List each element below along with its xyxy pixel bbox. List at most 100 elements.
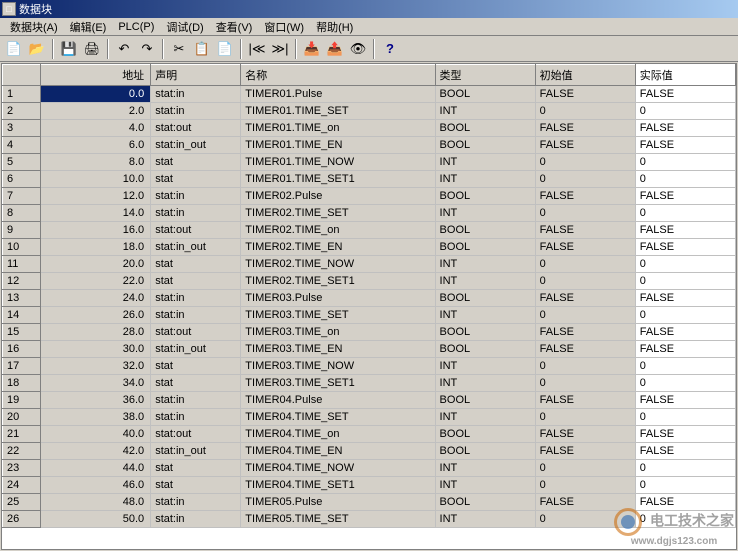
cell-type[interactable]: INT [435, 256, 535, 273]
cell-initial-value[interactable]: 0 [535, 273, 635, 290]
table-row[interactable]: 712.0stat:inTIMER02.PulseBOOLFALSEFALSE [3, 188, 736, 205]
cell-actual-value[interactable]: 0 [635, 103, 735, 120]
cell-initial-value[interactable]: FALSE [535, 494, 635, 511]
row-number[interactable]: 17 [3, 358, 41, 375]
cell-name[interactable]: TIMER01.TIME_EN [241, 137, 435, 154]
row-number[interactable]: 26 [3, 511, 41, 528]
cell-type[interactable]: BOOL [435, 290, 535, 307]
cell-initial-value[interactable]: 0 [535, 171, 635, 188]
cell-name[interactable]: TIMER03.Pulse [241, 290, 435, 307]
table-row[interactable]: 916.0stat:outTIMER02.TIME_onBOOLFALSEFAL… [3, 222, 736, 239]
cell-address[interactable]: 10.0 [41, 171, 151, 188]
cell-initial-value[interactable]: FALSE [535, 188, 635, 205]
cell-actual-value[interactable]: 0 [635, 273, 735, 290]
row-number[interactable]: 1 [3, 86, 41, 103]
cell-address[interactable]: 48.0 [41, 494, 151, 511]
cell-name[interactable]: TIMER01.TIME_SET1 [241, 171, 435, 188]
cell-actual-value[interactable]: FALSE [635, 392, 735, 409]
cell-name[interactable]: TIMER05.Pulse [241, 494, 435, 511]
cell-name[interactable]: TIMER03.TIME_SET1 [241, 375, 435, 392]
upload-icon[interactable]: 📤 [324, 38, 346, 60]
cell-type[interactable]: BOOL [435, 494, 535, 511]
cell-address[interactable]: 4.0 [41, 120, 151, 137]
cell-address[interactable]: 18.0 [41, 239, 151, 256]
cell-initial-value[interactable]: 0 [535, 154, 635, 171]
cell-address[interactable]: 12.0 [41, 188, 151, 205]
cut-icon[interactable]: ✂ [168, 38, 190, 60]
cell-declaration[interactable]: stat:out [151, 120, 241, 137]
cell-initial-value[interactable]: 0 [535, 205, 635, 222]
row-number[interactable]: 25 [3, 494, 41, 511]
table-row[interactable]: 2140.0stat:outTIMER04.TIME_onBOOLFALSEFA… [3, 426, 736, 443]
row-number[interactable]: 11 [3, 256, 41, 273]
cell-initial-value[interactable]: FALSE [535, 137, 635, 154]
cell-declaration[interactable]: stat:in [151, 205, 241, 222]
cell-initial-value[interactable]: FALSE [535, 443, 635, 460]
cell-name[interactable]: TIMER01.Pulse [241, 86, 435, 103]
row-number[interactable]: 21 [3, 426, 41, 443]
row-number[interactable]: 8 [3, 205, 41, 222]
cell-declaration[interactable]: stat:out [151, 324, 241, 341]
cell-name[interactable]: TIMER01.TIME_SET [241, 103, 435, 120]
cell-initial-value[interactable]: 0 [535, 256, 635, 273]
cell-name[interactable]: TIMER02.Pulse [241, 188, 435, 205]
table-row[interactable]: 1120.0statTIMER02.TIME_NOWINT00 [3, 256, 736, 273]
table-row[interactable]: 34.0stat:outTIMER01.TIME_onBOOLFALSEFALS… [3, 120, 736, 137]
table-row[interactable]: 1018.0stat:in_outTIMER02.TIME_ENBOOLFALS… [3, 239, 736, 256]
menu-view[interactable]: 查看(V) [210, 18, 259, 36]
cell-type[interactable]: INT [435, 375, 535, 392]
cell-actual-value[interactable]: FALSE [635, 86, 735, 103]
cell-actual-value[interactable]: 0 [635, 205, 735, 222]
cell-initial-value[interactable]: FALSE [535, 86, 635, 103]
cell-type[interactable]: BOOL [435, 239, 535, 256]
cell-initial-value[interactable]: FALSE [535, 426, 635, 443]
cell-initial-value[interactable]: 0 [535, 409, 635, 426]
cell-type[interactable]: INT [435, 409, 535, 426]
row-number[interactable]: 16 [3, 341, 41, 358]
cell-declaration[interactable]: stat:in_out [151, 341, 241, 358]
cell-actual-value[interactable]: 0 [635, 307, 735, 324]
cell-type[interactable]: BOOL [435, 137, 535, 154]
cell-declaration[interactable]: stat:in [151, 307, 241, 324]
table-row[interactable]: 2548.0stat:inTIMER05.PulseBOOLFALSEFALSE [3, 494, 736, 511]
table-row[interactable]: 610.0statTIMER01.TIME_SET1INT00 [3, 171, 736, 188]
cell-actual-value[interactable]: 0 [635, 256, 735, 273]
cell-declaration[interactable]: stat [151, 273, 241, 290]
row-number[interactable]: 18 [3, 375, 41, 392]
cell-declaration[interactable]: stat [151, 154, 241, 171]
col-rownum[interactable] [3, 65, 41, 86]
row-number[interactable]: 14 [3, 307, 41, 324]
cell-address[interactable]: 32.0 [41, 358, 151, 375]
cell-name[interactable]: TIMER01.TIME_on [241, 120, 435, 137]
cell-declaration[interactable]: stat:in_out [151, 239, 241, 256]
col-type[interactable]: 类型 [435, 65, 535, 86]
row-number[interactable]: 22 [3, 443, 41, 460]
table-row[interactable]: 22.0stat:inTIMER01.TIME_SETINT00 [3, 103, 736, 120]
cell-actual-value[interactable]: FALSE [635, 494, 735, 511]
cell-declaration[interactable]: stat:out [151, 426, 241, 443]
cell-name[interactable]: TIMER04.TIME_on [241, 426, 435, 443]
cell-actual-value[interactable]: FALSE [635, 137, 735, 154]
cell-type[interactable]: BOOL [435, 392, 535, 409]
cell-address[interactable]: 6.0 [41, 137, 151, 154]
table-row[interactable]: 1426.0stat:inTIMER03.TIME_SETINT00 [3, 307, 736, 324]
cell-actual-value[interactable]: FALSE [635, 443, 735, 460]
cell-type[interactable]: INT [435, 460, 535, 477]
cell-name[interactable]: TIMER02.TIME_SET [241, 205, 435, 222]
cell-actual-value[interactable]: FALSE [635, 239, 735, 256]
cell-address[interactable]: 42.0 [41, 443, 151, 460]
cell-actual-value[interactable]: FALSE [635, 324, 735, 341]
cell-initial-value[interactable]: 0 [535, 375, 635, 392]
cell-declaration[interactable]: stat [151, 171, 241, 188]
cell-declaration[interactable]: stat [151, 460, 241, 477]
cell-name[interactable]: TIMER02.TIME_SET1 [241, 273, 435, 290]
cell-address[interactable]: 36.0 [41, 392, 151, 409]
cell-initial-value[interactable]: 0 [535, 103, 635, 120]
cell-declaration[interactable]: stat:out [151, 222, 241, 239]
row-number[interactable]: 3 [3, 120, 41, 137]
cell-type[interactable]: INT [435, 273, 535, 290]
cell-type[interactable]: BOOL [435, 86, 535, 103]
open-icon[interactable]: 📂 [26, 38, 48, 60]
cell-name[interactable]: TIMER05.TIME_SET [241, 511, 435, 528]
cell-declaration[interactable]: stat [151, 358, 241, 375]
